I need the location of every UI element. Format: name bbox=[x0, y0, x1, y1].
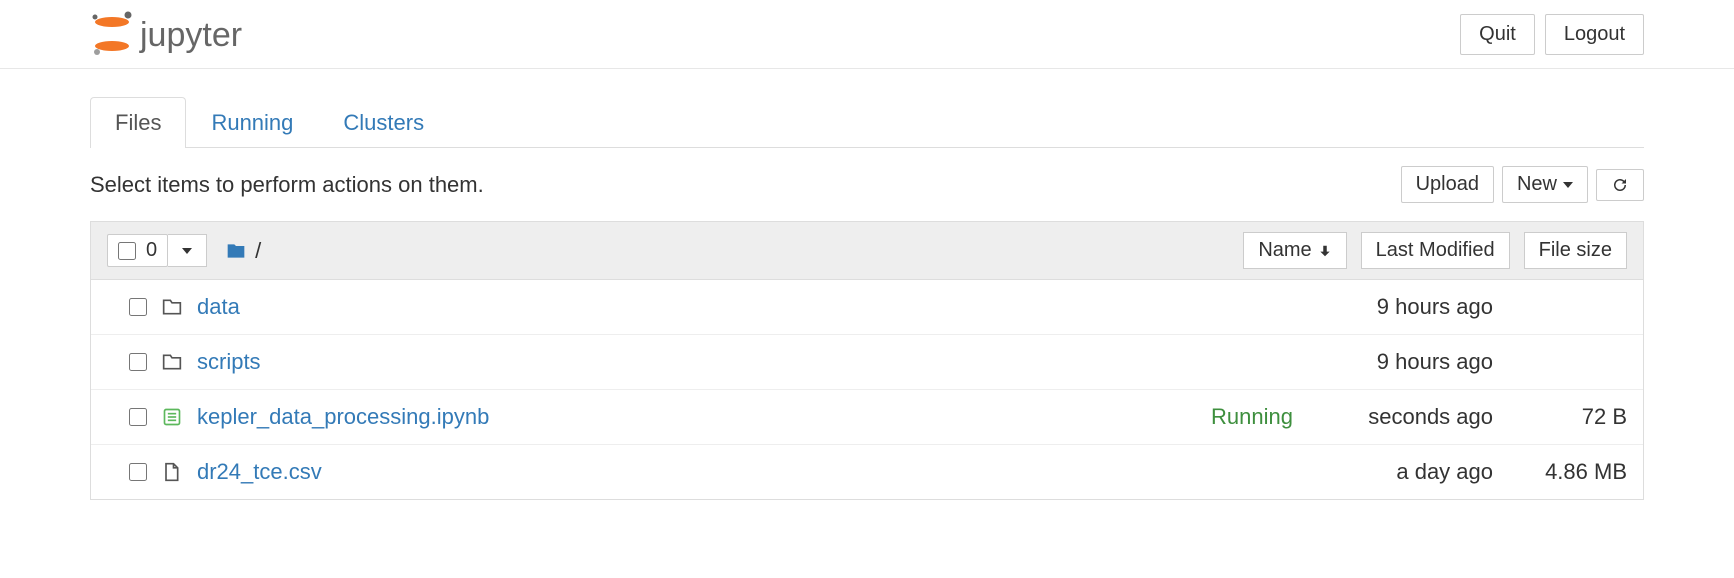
select-dropdown-button[interactable] bbox=[168, 234, 207, 267]
file-link[interactable]: kepler_data_processing.ipynb bbox=[197, 404, 1197, 430]
selected-count: 0 bbox=[146, 239, 157, 262]
tab-running[interactable]: Running bbox=[186, 97, 318, 148]
column-headers: Name Last Modified File size bbox=[1243, 232, 1627, 269]
col-header-name[interactable]: Name bbox=[1243, 232, 1346, 269]
row-checkbox[interactable] bbox=[129, 353, 147, 371]
file-modified: seconds ago bbox=[1313, 404, 1493, 430]
select-all-group[interactable]: 0 bbox=[107, 234, 168, 267]
file-size: 72 B bbox=[1507, 404, 1627, 430]
tabs: Files Running Clusters bbox=[90, 97, 1644, 148]
file-modified: 9 hours ago bbox=[1313, 349, 1493, 375]
file-link[interactable]: scripts bbox=[197, 349, 1299, 375]
select-all-checkbox[interactable] bbox=[118, 242, 136, 260]
col-header-size[interactable]: File size bbox=[1524, 232, 1627, 269]
breadcrumb-root[interactable]: / bbox=[255, 238, 261, 264]
file-modified: a day ago bbox=[1313, 459, 1493, 485]
tab-files[interactable]: Files bbox=[90, 97, 186, 148]
upload-button[interactable]: Upload bbox=[1401, 166, 1494, 203]
list-item: data 9 hours ago bbox=[91, 280, 1643, 335]
file-link[interactable]: data bbox=[197, 294, 1299, 320]
file-icon bbox=[161, 461, 183, 483]
folder-icon bbox=[161, 352, 183, 372]
file-link[interactable]: dr24_tce.csv bbox=[197, 459, 1299, 485]
file-status: Running bbox=[1211, 404, 1293, 430]
list-header: 0 / Name Last Modified File size bbox=[90, 221, 1644, 280]
tab-clusters[interactable]: Clusters bbox=[318, 97, 449, 148]
svg-text:jupyter: jupyter bbox=[139, 16, 242, 54]
col-header-modified[interactable]: Last Modified bbox=[1361, 232, 1510, 269]
row-checkbox[interactable] bbox=[129, 463, 147, 481]
logo[interactable]: jupyter bbox=[90, 10, 280, 58]
toolbar-hint: Select items to perform actions on them. bbox=[90, 172, 484, 198]
file-size: 4.86 MB bbox=[1507, 459, 1627, 485]
file-list: data 9 hours ago scripts 9 hours ago kep… bbox=[90, 280, 1644, 500]
logout-button[interactable]: Logout bbox=[1545, 14, 1644, 55]
new-button-label: New bbox=[1517, 173, 1557, 196]
notebook-icon bbox=[161, 407, 183, 427]
breadcrumb: / bbox=[225, 238, 261, 264]
refresh-button[interactable] bbox=[1596, 169, 1644, 201]
caret-down-icon bbox=[182, 248, 192, 254]
quit-button[interactable]: Quit bbox=[1460, 14, 1535, 55]
refresh-icon bbox=[1611, 176, 1629, 194]
row-checkbox[interactable] bbox=[129, 298, 147, 316]
list-item: dr24_tce.csv a day ago 4.86 MB bbox=[91, 445, 1643, 499]
toolbar-right: Upload New bbox=[1401, 166, 1644, 203]
caret-down-icon bbox=[1563, 182, 1573, 188]
main-container: Files Running Clusters Select items to p… bbox=[0, 97, 1734, 500]
toolbar: Select items to perform actions on them.… bbox=[90, 148, 1644, 221]
folder-root-icon[interactable] bbox=[225, 241, 247, 261]
list-item: scripts 9 hours ago bbox=[91, 335, 1643, 390]
file-modified: 9 hours ago bbox=[1313, 294, 1493, 320]
col-header-name-label: Name bbox=[1258, 239, 1311, 262]
new-button[interactable]: New bbox=[1502, 166, 1588, 203]
row-checkbox[interactable] bbox=[129, 408, 147, 426]
arrow-down-icon bbox=[1318, 244, 1332, 258]
list-item: kepler_data_processing.ipynb Running sec… bbox=[91, 390, 1643, 445]
header: jupyter Quit Logout bbox=[0, 0, 1734, 69]
folder-icon bbox=[161, 297, 183, 317]
jupyter-logo-icon: jupyter bbox=[90, 10, 280, 58]
header-buttons: Quit Logout bbox=[1460, 14, 1644, 55]
